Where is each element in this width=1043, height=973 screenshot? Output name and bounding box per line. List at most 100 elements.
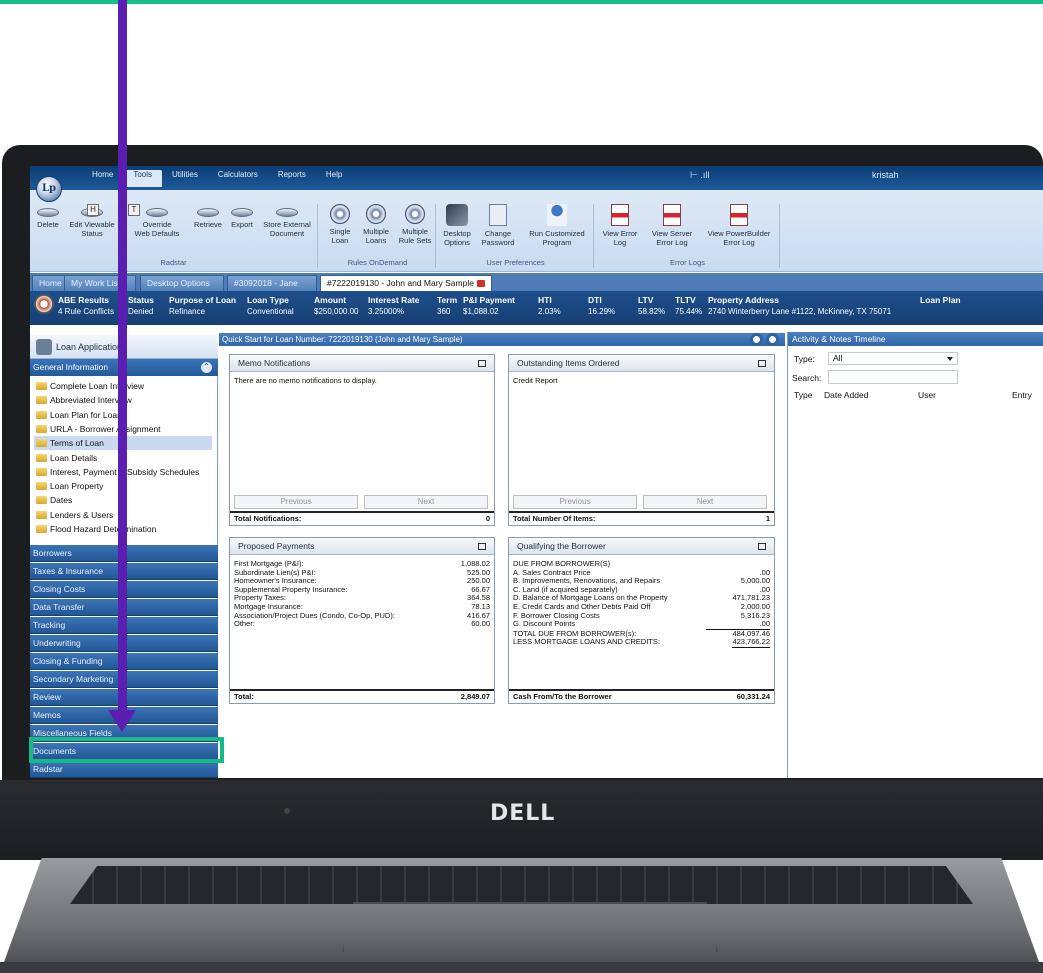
memo-previous-button[interactable]: Previous [234,495,358,509]
view-pb-label-2: Error Log [723,238,755,247]
folder-icon [36,439,47,448]
cash-value: 60,331.24 [736,692,770,701]
dti-value: 16.29% [588,307,616,316]
delete-button[interactable]: Delete [34,204,62,229]
memo-total: Total Notifications: 0 [230,511,494,525]
store-external-document-button[interactable]: Store External Document [258,204,316,238]
store-label: Store External [263,220,311,229]
nav-item-label: Lenders & Users [50,509,114,520]
preferences-group-label: User Preferences [486,258,545,267]
desktop-label: Desktop [443,229,471,238]
address-value: 2740 Winterberry Lane #1122, McKinney, T… [708,307,892,316]
search-input[interactable] [828,370,958,384]
type-select[interactable]: All [828,352,958,365]
laptop-base-edge [0,962,1043,973]
desktop-options-button[interactable]: Desktop Options [440,204,474,247]
maximize-icon[interactable] [758,543,766,550]
page: DELL Home Tools Utilities Calculators Re… [0,0,1043,973]
disc-icon [405,204,425,224]
memo-body: There are no memo notifications to displ… [234,376,377,385]
amount-header: Amount [314,295,347,305]
outstanding-items-panel: Outstanding Items Ordered Credit Report … [508,354,775,526]
single-loan-button[interactable]: Single Loan [324,204,356,245]
folder-icon [36,510,47,519]
menu-reports[interactable]: Reports [268,170,316,187]
multiple-loans-button[interactable]: Multiple Loans [358,204,394,245]
proposed-payments-panel: Proposed Payments First Mortgage (P&I): 1… [229,537,495,704]
signal-icon: ⊢ .ıll [690,170,710,180]
qualifying-value: .00 [759,619,770,629]
summary-abe[interactable]: ABE Results 4 Rule Conflicts [58,294,114,318]
delete-icon [37,208,59,217]
view-server-error-log-button[interactable]: View Server Error Log [646,204,698,247]
export-button[interactable]: Export [226,204,258,229]
multiple-rule-sets-button[interactable]: Multiple Rule Sets [396,204,434,245]
desktop-icon [446,204,468,226]
outstanding-body: Credit Report [513,376,558,385]
change-password-button[interactable]: Change Password [478,204,518,247]
outstanding-total: Total Number Of Items: 1 [509,511,774,525]
column-type[interactable]: Type [794,390,812,400]
column-entry[interactable]: Entry [1012,390,1032,400]
view-powerbuilder-error-log-button[interactable]: View PowerBuilder Error Log [700,204,778,247]
run-customized-program-button[interactable]: Run Customized Program [522,204,592,247]
lock-icon [476,280,485,287]
nav-item-label: Loan Property [50,481,104,492]
maximize-icon[interactable] [478,543,486,550]
override-label-2: Web Defaults [134,229,180,238]
maximize-icon[interactable] [758,360,766,367]
menu-help[interactable]: Help [316,170,352,187]
folder-icon [36,482,47,491]
laptop-keyboard [70,866,973,904]
nav-item-label: Loan Plan for Loan [50,409,122,420]
app-logo[interactable]: Lp [36,176,62,202]
view-error-log-button[interactable]: View Error Log [598,204,642,247]
top-accent-line [0,0,1043,4]
memo-next-button[interactable]: Next [364,495,488,509]
hti-value: 2.03% [538,307,561,316]
single-label-2: Loan [331,236,349,245]
column-user[interactable]: User [918,390,936,400]
amount-value: $250,000.00 [314,307,359,316]
retrieve-button[interactable]: Retrieve [190,204,226,229]
edit-viewable-label-2: Status [81,229,103,238]
collapse-icon[interactable]: ⌃ [201,362,212,373]
cash-from-borrower: Cash From/To the Borrower 60,331.24 [509,689,774,703]
outstanding-next-button[interactable]: Next [643,495,767,509]
term-value: 360 [437,307,451,316]
outstanding-previous-button[interactable]: Previous [513,495,637,509]
menu-utilities[interactable]: Utilities [162,170,208,187]
folder-icon [36,453,47,462]
menu-tools[interactable]: Tools [123,170,163,187]
annotation-arrow [118,0,127,712]
maximize-icon[interactable] [478,360,486,367]
ribbon-group-error-logs: View Error Log View Server Error Log View … [596,204,780,268]
pi-value: $1,088.02 [463,307,499,316]
pi-header: P&I Payment [463,295,515,305]
column-date-added[interactable]: Date Added [824,390,868,400]
summary-rate: Interest Rate 3.25000% [368,294,420,318]
tab-jane-doe[interactable]: #3092018 - Jane Doe [227,275,317,303]
activity-notes-panel: Activity & Notes Timeline Type: All Sear… [787,332,1043,778]
quick-start-title: Quick Start for Loan Number: 7222019130 … [222,335,463,344]
error-log-icon [611,204,629,226]
export-icon [231,208,253,217]
tab-john-label: #7222019130 - John and Mary Sample [327,278,474,288]
nav-section[interactable]: Radstar [30,761,218,778]
menu-calculators[interactable]: Calculators [208,170,268,187]
store-icon [276,208,298,217]
tab-john-and-mary-sample[interactable]: #7222019130 - John and Mary Sample [320,275,492,291]
nav-item-label: Flood Hazard Determination [50,524,157,534]
nav-item-label: Complete Loan Interview [50,381,145,391]
refresh-icon[interactable] [750,333,763,346]
tab-desktop-options[interactable]: Desktop Options [140,275,224,291]
payment-row: Other: 60.00 [234,619,490,629]
loan-application-label: Loan Application [56,342,123,352]
status-header: Status [128,295,154,305]
ltv-value: 58.82% [638,307,666,316]
multiple-label: Multiple [363,227,389,236]
help-icon[interactable] [766,333,779,346]
proposed-title: Proposed Payments [238,541,315,551]
view-error-label: View Error [602,229,638,238]
memo-title: Memo Notifications [238,358,311,368]
